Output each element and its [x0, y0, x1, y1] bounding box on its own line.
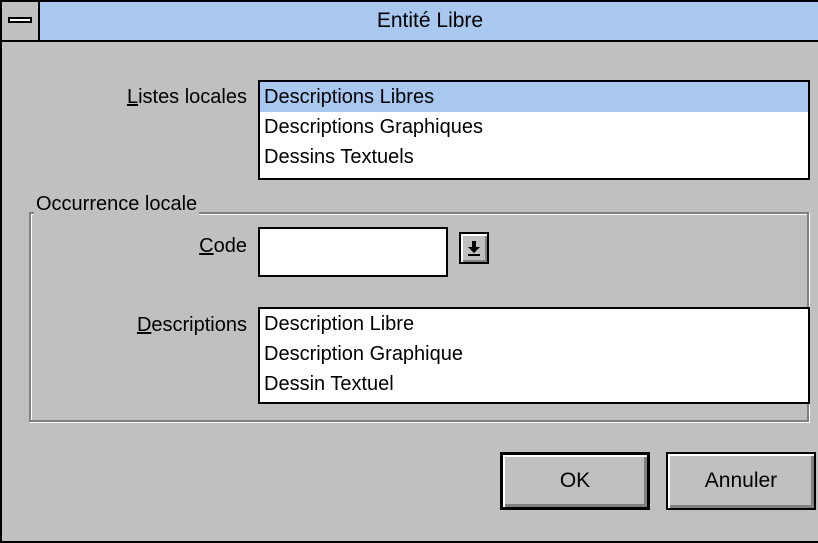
window-title: Entité Libre	[376, 9, 484, 32]
code-label-text: ode	[213, 235, 247, 257]
list-item[interactable]: Description Graphique	[260, 339, 808, 369]
system-menu-button[interactable]	[2, 2, 40, 40]
list-item[interactable]: Dessin Textuel	[260, 369, 808, 399]
code-input[interactable]	[258, 227, 448, 277]
code-mnemonic: C	[199, 235, 214, 257]
title-bar[interactable]: Entité Libre	[2, 2, 818, 42]
list-item[interactable]: Descriptions Libres	[260, 82, 808, 112]
list-item[interactable]: Descriptions Graphiques	[260, 112, 808, 142]
dropdown-arrow-icon	[468, 241, 480, 256]
ok-button[interactable]: OK	[500, 452, 650, 510]
listes-locales-mnemonic: L	[126, 86, 139, 108]
list-item[interactable]: Description Libre	[260, 309, 808, 339]
system-menu-icon	[8, 17, 32, 23]
list-item[interactable]: Dessins Textuels	[260, 142, 808, 172]
descriptions-mnemonic: D	[136, 314, 152, 336]
descriptions-listbox[interactable]: Description Libre Description Graphique …	[258, 307, 810, 404]
listes-locales-label: Listes locales	[42, 84, 247, 110]
cancel-button[interactable]: Annuler	[666, 452, 816, 510]
code-label: Code	[42, 233, 247, 259]
listes-locales-label-text: istes locales	[138, 86, 247, 108]
dialog-window: Entité Libre Listes locales Descriptions…	[0, 0, 818, 543]
occurrence-locale-title: Occurrence locale	[34, 191, 200, 217]
descriptions-label: Descriptions	[42, 312, 247, 338]
code-dropdown-button[interactable]	[459, 232, 489, 264]
listes-locales-listbox[interactable]: Descriptions Libres Descriptions Graphiq…	[258, 80, 810, 180]
descriptions-label-text: escriptions	[151, 314, 247, 336]
